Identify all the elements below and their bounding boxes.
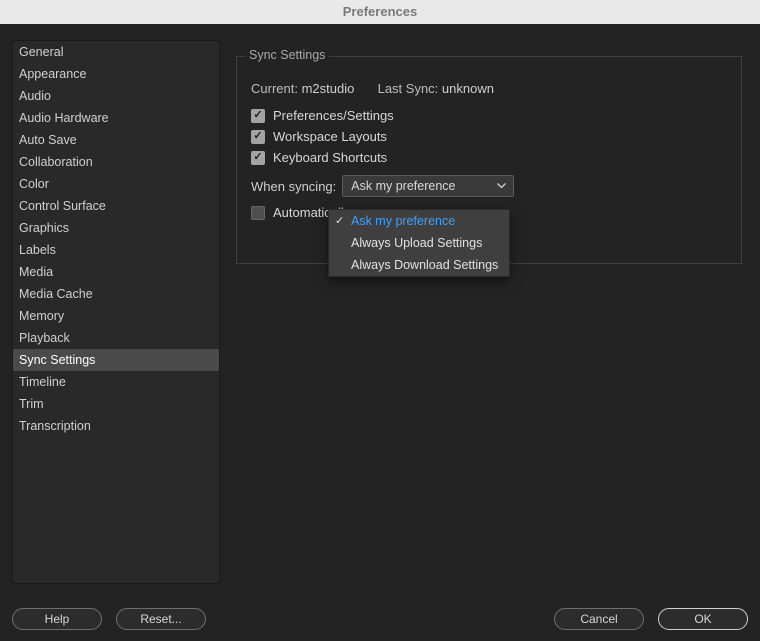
dropdown-item-ask-my-preference[interactable]: Ask my preference bbox=[329, 210, 509, 232]
sidebar-item-label: Control Surface bbox=[19, 199, 106, 213]
current-label: Current: bbox=[251, 81, 298, 96]
checkbox-icon[interactable] bbox=[251, 206, 265, 220]
sidebar-item-playback[interactable]: Playback bbox=[13, 327, 219, 349]
dropdown-item-always-upload[interactable]: Always Upload Settings bbox=[329, 232, 509, 254]
sidebar-item-media-cache[interactable]: Media Cache bbox=[13, 283, 219, 305]
when-syncing-row: When syncing: Ask my preference bbox=[251, 175, 727, 197]
checkbox-icon[interactable] bbox=[251, 130, 265, 144]
sidebar-item-label: Transcription bbox=[19, 419, 91, 433]
help-button[interactable]: Help bbox=[12, 608, 102, 630]
dropdown-item-label: Always Download Settings bbox=[351, 258, 498, 272]
sidebar-item-audio[interactable]: Audio bbox=[13, 85, 219, 107]
sidebar-item-control-surface[interactable]: Control Surface bbox=[13, 195, 219, 217]
checkbox-label: Preferences/Settings bbox=[273, 108, 394, 123]
sidebar-item-color[interactable]: Color bbox=[13, 173, 219, 195]
dropdown-item-label: Ask my preference bbox=[351, 214, 455, 228]
sidebar-item-label: Auto Save bbox=[19, 133, 77, 147]
preferences-content: General Appearance Audio Audio Hardware … bbox=[0, 24, 760, 597]
sidebar-item-audio-hardware[interactable]: Audio Hardware bbox=[13, 107, 219, 129]
sync-info-row: Current: m2studio Last Sync: unknown bbox=[251, 81, 727, 96]
sidebar-item-general[interactable]: General bbox=[13, 41, 219, 63]
window-title: Preferences bbox=[0, 0, 760, 24]
sidebar-item-label: Audio bbox=[19, 89, 51, 103]
sidebar-item-label: Graphics bbox=[19, 221, 69, 235]
sidebar-item-label: Collaboration bbox=[19, 155, 93, 169]
sidebar-item-label: Playback bbox=[19, 331, 70, 345]
sidebar-item-label: Memory bbox=[19, 309, 64, 323]
last-sync-value: unknown bbox=[442, 81, 494, 96]
when-syncing-value: Ask my preference bbox=[351, 179, 455, 193]
preferences-sidebar: General Appearance Audio Audio Hardware … bbox=[12, 40, 220, 584]
panel-title: Sync Settings bbox=[245, 48, 329, 62]
sidebar-item-label: Media bbox=[19, 265, 53, 279]
when-syncing-label: When syncing: bbox=[251, 179, 336, 194]
checkbox-label: Keyboard Shortcuts bbox=[273, 150, 387, 165]
sidebar-item-labels[interactable]: Labels bbox=[13, 239, 219, 261]
sidebar-item-graphics[interactable]: Graphics bbox=[13, 217, 219, 239]
sidebar-item-collaboration[interactable]: Collaboration bbox=[13, 151, 219, 173]
sidebar-item-memory[interactable]: Memory bbox=[13, 305, 219, 327]
checkbox-icon[interactable] bbox=[251, 151, 265, 165]
checkbox-label: Workspace Layouts bbox=[273, 129, 387, 144]
sidebar-item-label: General bbox=[19, 45, 63, 59]
sidebar-item-media[interactable]: Media bbox=[13, 261, 219, 283]
last-sync-label: Last Sync: bbox=[378, 81, 439, 96]
cancel-button[interactable]: Cancel bbox=[554, 608, 644, 630]
reset-button[interactable]: Reset... bbox=[116, 608, 206, 630]
chevron-down-icon bbox=[497, 183, 507, 189]
dropdown-item-label: Always Upload Settings bbox=[351, 236, 482, 250]
dropdown-item-always-download[interactable]: Always Download Settings bbox=[329, 254, 509, 276]
ok-button[interactable]: OK bbox=[658, 608, 748, 630]
when-syncing-dropdown[interactable]: Ask my preference Always Upload Settings… bbox=[328, 209, 510, 277]
sidebar-item-label: Timeline bbox=[19, 375, 66, 389]
check-workspace-layouts[interactable]: Workspace Layouts bbox=[251, 129, 727, 144]
sidebar-item-sync-settings[interactable]: Sync Settings bbox=[13, 349, 219, 371]
dialog-footer: Help Reset... Cancel OK bbox=[0, 597, 760, 641]
check-preferences-settings[interactable]: Preferences/Settings bbox=[251, 108, 727, 123]
sidebar-item-timeline[interactable]: Timeline bbox=[13, 371, 219, 393]
when-syncing-select[interactable]: Ask my preference bbox=[342, 175, 514, 197]
sidebar-item-transcription[interactable]: Transcription bbox=[13, 415, 219, 437]
sidebar-item-label: Color bbox=[19, 177, 49, 191]
current-value: m2studio bbox=[302, 81, 355, 96]
sidebar-item-label: Sync Settings bbox=[19, 353, 95, 367]
sidebar-item-label: Appearance bbox=[19, 67, 86, 81]
sidebar-item-label: Media Cache bbox=[19, 287, 93, 301]
sidebar-item-label: Audio Hardware bbox=[19, 111, 109, 125]
sidebar-item-trim[interactable]: Trim bbox=[13, 393, 219, 415]
sidebar-item-label: Trim bbox=[19, 397, 44, 411]
check-keyboard-shortcuts[interactable]: Keyboard Shortcuts bbox=[251, 150, 727, 165]
sidebar-item-label: Labels bbox=[19, 243, 56, 257]
checkbox-icon[interactable] bbox=[251, 109, 265, 123]
sidebar-item-appearance[interactable]: Appearance bbox=[13, 63, 219, 85]
sidebar-item-auto-save[interactable]: Auto Save bbox=[13, 129, 219, 151]
